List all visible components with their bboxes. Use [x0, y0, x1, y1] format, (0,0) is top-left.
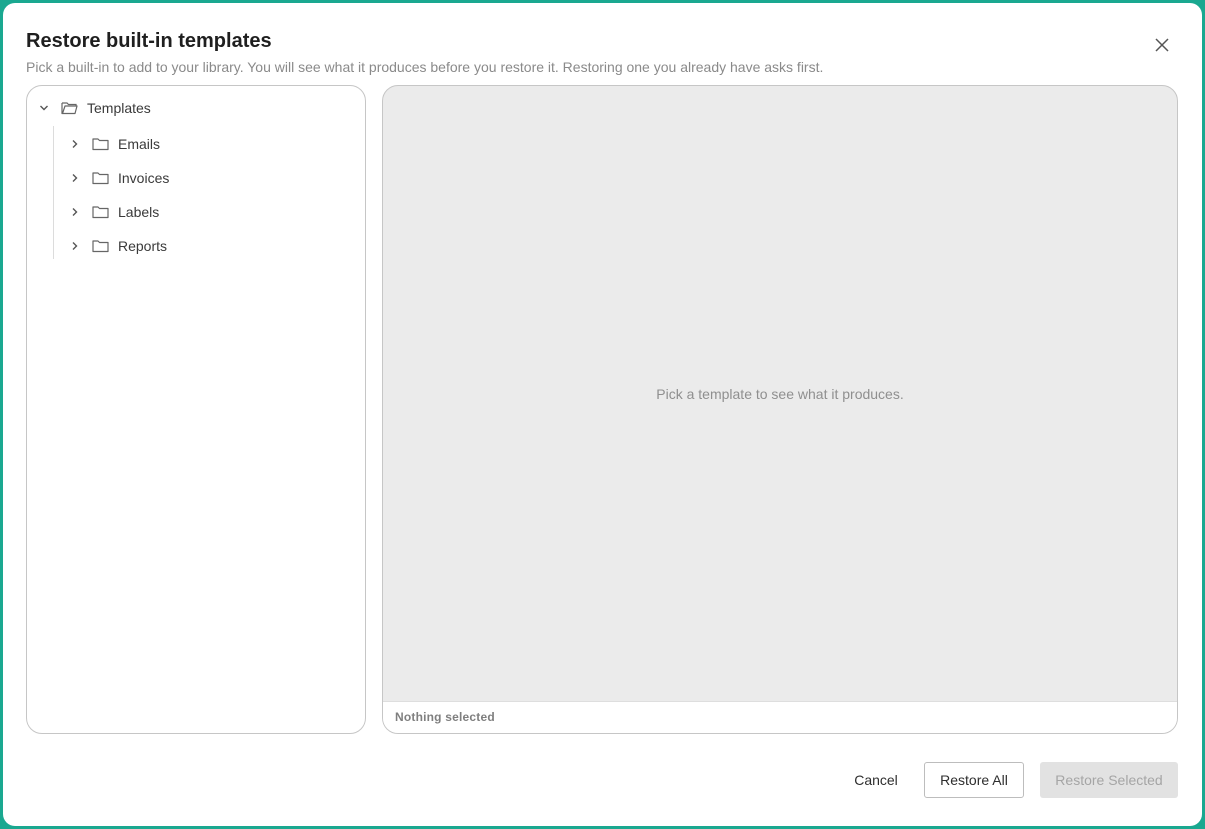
preview-panel: Pick a template to see what it produces.…: [382, 85, 1178, 734]
folder-icon: [92, 204, 110, 220]
tree-item-labels[interactable]: Labels: [67, 198, 159, 226]
restore-templates-dialog: Restore built-in templates Pick a built-…: [3, 3, 1202, 826]
chevron-right-icon[interactable]: [67, 136, 83, 152]
close-icon: [1155, 38, 1169, 52]
tree-item-reports[interactable]: Reports: [67, 232, 167, 260]
tree-item-label: Emails: [118, 136, 161, 152]
tree-item-invoices[interactable]: Invoices: [67, 164, 169, 192]
chevron-right-icon[interactable]: [67, 204, 83, 220]
folder-icon: [92, 170, 110, 186]
chevron-down-icon[interactable]: [36, 100, 52, 116]
tree-item-templates[interactable]: Templates: [36, 94, 151, 122]
dialog-subtitle: Pick a built-in to add to your library. …: [26, 59, 824, 75]
dialog-title: Restore built-in templates: [26, 30, 272, 52]
folder-icon: [92, 238, 110, 254]
preview-empty-message: Pick a template to see what it produces.: [656, 385, 904, 402]
template-tree: Templates Emails Invoices Labels Reports: [26, 85, 366, 734]
tree-item-label: Reports: [118, 238, 168, 254]
tree-guide-line: [53, 126, 54, 259]
cancel-button[interactable]: Cancel: [836, 762, 916, 798]
preview-status-bar: Nothing selected: [383, 701, 1177, 733]
tree-item-label: Labels: [118, 204, 160, 220]
restore-all-button[interactable]: Restore All: [924, 762, 1024, 798]
folder-open-icon: [61, 100, 79, 116]
tree-item-label: Invoices: [118, 170, 170, 186]
tree-item-emails[interactable]: Emails: [67, 130, 160, 158]
chevron-right-icon[interactable]: [67, 170, 83, 186]
tree-item-label: Templates: [87, 100, 151, 116]
close-button[interactable]: [1151, 34, 1173, 56]
restore-selected-button[interactable]: Restore Selected: [1040, 762, 1178, 798]
chevron-right-icon[interactable]: [67, 238, 83, 254]
folder-icon: [92, 136, 110, 152]
